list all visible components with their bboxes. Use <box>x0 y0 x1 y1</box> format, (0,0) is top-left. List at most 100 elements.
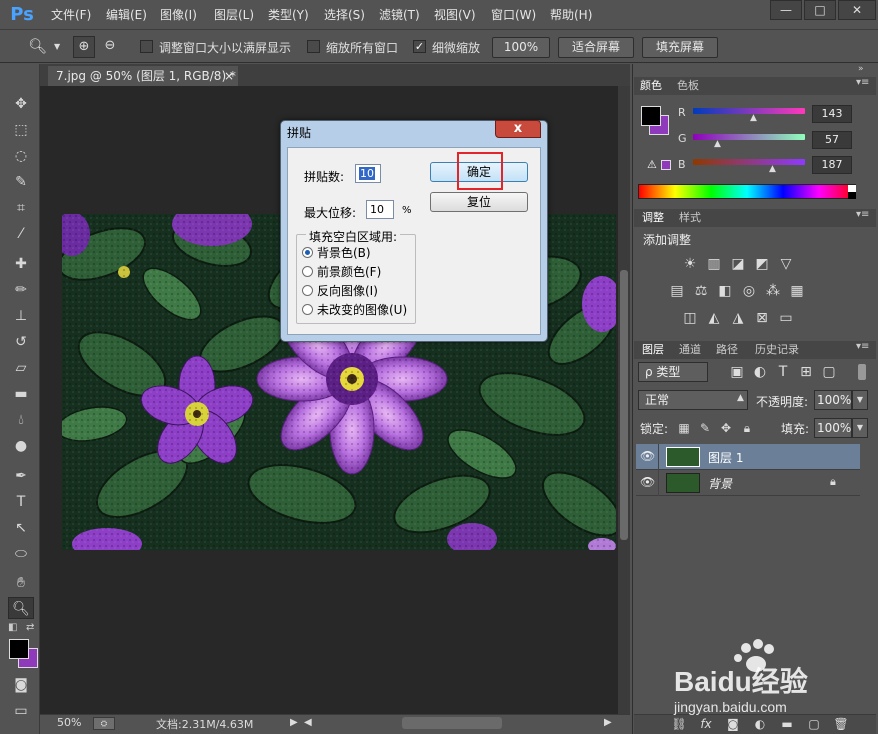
fill-chevron-icon[interactable]: ▼ <box>852 418 868 438</box>
filter-adjustment-icon[interactable]: ◐ <box>751 363 769 381</box>
selective-color-icon[interactable]: ⊠ <box>753 309 771 327</box>
adjustments-menu-icon[interactable]: ▾≡ <box>856 209 869 220</box>
filter-pixel-icon[interactable]: ▣ <box>728 363 746 381</box>
menu-type[interactable]: 类型(Y) <box>268 6 309 24</box>
blend-mode-chevron-icon[interactable]: ▲ <box>737 393 744 403</box>
red-slider-handle-icon[interactable]: ▲ <box>750 113 757 123</box>
default-colors-icon[interactable]: ◧ <box>8 622 17 633</box>
hand-tool-icon[interactable]: ✋︎ <box>8 572 34 594</box>
fill-screen-button[interactable]: 填充屏幕 <box>642 37 718 58</box>
eyedropper-tool-icon[interactable]: ⁄ <box>8 223 34 245</box>
green-value[interactable]: 57 <box>812 131 852 149</box>
zoom-all-checkbox[interactable] <box>307 40 320 53</box>
chevron-down-icon[interactable]: ▼ <box>54 42 60 51</box>
collapse-panels-icon[interactable]: » <box>858 64 864 74</box>
zoom-tool-icon[interactable]: 🔍︎ <box>28 37 47 55</box>
menu-view[interactable]: 视图(V) <box>434 6 476 24</box>
radio-foreground-color[interactable] <box>302 266 313 277</box>
tab-adjustments[interactable]: 调整 <box>642 209 664 227</box>
scroll-left-icon[interactable]: ◀ <box>304 717 312 728</box>
status-menu-arrow-icon[interactable]: ▶ <box>290 717 298 728</box>
color-spectrum-bar[interactable] <box>638 184 856 199</box>
scrubby-zoom-checkbox[interactable]: ✓ <box>413 40 426 53</box>
pen-tool-icon[interactable]: ✒ <box>8 465 34 487</box>
path-select-tool-icon[interactable]: ↖ <box>8 517 34 539</box>
layer-thumbnail[interactable] <box>666 447 700 467</box>
filter-smart-object-icon[interactable]: ▢ <box>820 363 838 381</box>
healing-brush-tool-icon[interactable]: ✚ <box>8 253 34 275</box>
eraser-tool-icon[interactable]: ▱ <box>8 357 34 379</box>
stamp-tool-icon[interactable]: ⊥ <box>8 305 34 327</box>
curves-icon[interactable]: ◪ <box>729 255 747 273</box>
lock-pixels-icon[interactable]: ✎ <box>696 419 714 437</box>
levels-icon[interactable]: ▥ <box>705 255 723 273</box>
opacity-chevron-icon[interactable]: ▼ <box>852 390 868 410</box>
photo-filter-icon[interactable]: ◎ <box>740 282 758 300</box>
green-slider-handle-icon[interactable]: ▲ <box>714 139 721 149</box>
resize-windows-checkbox[interactable] <box>140 40 153 53</box>
menu-help[interactable]: 帮助(H) <box>550 6 592 24</box>
layers-menu-icon[interactable]: ▾≡ <box>856 341 869 352</box>
tab-color[interactable]: 颜色 <box>640 77 662 95</box>
crop-tool-icon[interactable]: ⌗ <box>8 197 34 219</box>
color-lookup-icon[interactable]: ▦ <box>788 282 806 300</box>
menu-layer[interactable]: 图层(L) <box>214 6 254 24</box>
layer-row-layer1[interactable]: 👁︎ 图层 1 <box>636 444 860 470</box>
dialog-close-button[interactable]: x <box>495 120 541 138</box>
brush-tool-icon[interactable]: ✏ <box>8 279 34 301</box>
spectrum-white-swatch[interactable] <box>848 185 856 192</box>
panel-menu-icon[interactable]: ▾≡ <box>856 77 869 88</box>
minimize-button[interactable]: — <box>770 0 802 20</box>
fit-screen-button[interactable]: 适合屏幕 <box>558 37 634 58</box>
tiles-input[interactable]: 10 <box>355 164 381 183</box>
color-panel-foreground-swatch[interactable] <box>641 106 661 126</box>
vertical-scroll-thumb[interactable] <box>620 270 628 540</box>
zoom-tool-active-icon[interactable]: 🔍︎ <box>8 597 34 619</box>
max-offset-input[interactable]: 10 <box>366 200 394 219</box>
reset-button[interactable]: 复位 <box>430 192 528 212</box>
zoom-level[interactable]: 50% <box>57 716 81 729</box>
close-tab-icon[interactable]: × <box>224 66 234 86</box>
black-white-icon[interactable]: ◧ <box>716 282 734 300</box>
opacity-value[interactable]: 100% <box>814 390 852 410</box>
gradient-map-icon[interactable]: ▭ <box>777 309 795 327</box>
menu-select[interactable]: 选择(S) <box>324 6 365 24</box>
layer-filter-dropdown[interactable]: ρ 类型 <box>638 362 708 382</box>
radio-inverse-image[interactable] <box>302 285 313 296</box>
zoom-in-icon[interactable]: ⊕ <box>73 36 95 58</box>
layer-name[interactable]: 背景 <box>708 475 732 492</box>
blur-tool-icon[interactable]: 💧︎ <box>8 409 34 431</box>
red-slider[interactable] <box>693 108 805 114</box>
fill-value[interactable]: 100% <box>814 418 852 438</box>
foreground-color-swatch[interactable] <box>9 639 29 659</box>
visibility-eye-icon[interactable]: 👁︎ <box>640 449 655 463</box>
shape-tool-icon[interactable]: ⬭ <box>8 543 34 565</box>
lasso-tool-icon[interactable]: ◌ <box>8 145 34 167</box>
restore-button[interactable]: □ <box>804 0 836 20</box>
brightness-icon[interactable]: ☀ <box>681 255 699 273</box>
option-foreground-color[interactable]: 前景颜色(F) <box>317 263 381 280</box>
lock-transparent-icon[interactable]: ▦ <box>675 419 693 437</box>
move-tool-icon[interactable]: ✥ <box>8 93 34 115</box>
spectrum-black-swatch[interactable] <box>848 192 856 199</box>
lock-all-icon[interactable]: 🔒︎ <box>738 419 756 437</box>
dodge-tool-icon[interactable]: ● <box>8 435 34 457</box>
invert-icon[interactable]: ◫ <box>681 309 699 327</box>
channel-mixer-icon[interactable]: ⁂ <box>764 282 782 300</box>
option-background-color[interactable]: 背景色(B) <box>317 244 371 261</box>
menu-edit[interactable]: 编辑(E) <box>106 6 147 24</box>
gamut-swatch[interactable] <box>661 160 671 170</box>
blend-mode-dropdown[interactable]: 正常 <box>638 390 748 410</box>
tab-styles[interactable]: 样式 <box>679 209 701 227</box>
document-tab[interactable]: 7.jpg @ 50% (图层 1, RGB/8) * × <box>48 66 238 86</box>
filter-toggle[interactable] <box>858 364 866 380</box>
blue-slider-handle-icon[interactable]: ▲ <box>769 164 776 174</box>
visibility-eye-icon[interactable]: 👁︎ <box>640 475 655 489</box>
zoom-100-button[interactable]: 100% <box>492 37 550 58</box>
type-tool-icon[interactable]: T <box>8 491 34 513</box>
threshold-icon[interactable]: ◮ <box>729 309 747 327</box>
color-balance-icon[interactable]: ⚖ <box>692 282 710 300</box>
layer-row-background[interactable]: 👁︎ 背景 🔒︎ <box>636 470 860 496</box>
blue-slider[interactable] <box>693 159 805 165</box>
option-inverse-image[interactable]: 反向图像(I) <box>317 282 378 299</box>
